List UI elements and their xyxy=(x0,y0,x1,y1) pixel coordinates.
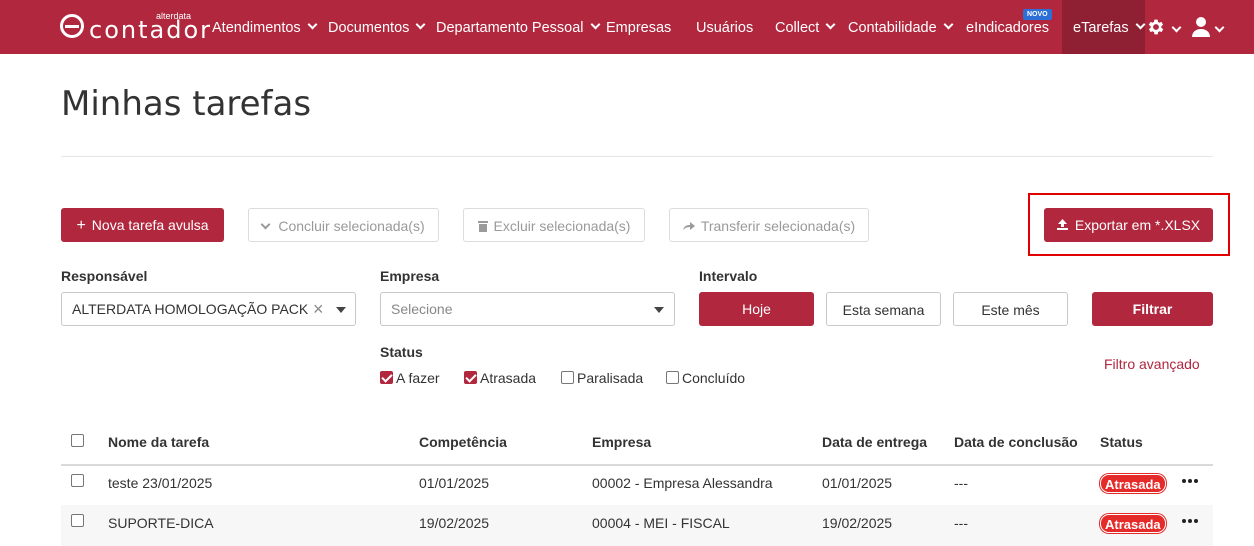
button-label: Exportar em *.XLSX xyxy=(1074,217,1201,233)
transfer-selected-button[interactable]: Transferir selecionada(s) xyxy=(669,208,869,242)
page-title: Minhas tarefas xyxy=(61,84,312,124)
new-badge: NOVO xyxy=(1023,9,1052,20)
column-header[interactable]: Nome da tarefa xyxy=(108,434,209,450)
data-conclusao: --- xyxy=(954,515,968,531)
upload-icon xyxy=(1056,219,1068,230)
column-header[interactable]: Data de entrega xyxy=(822,434,927,450)
nav-documentos[interactable]: Documentos xyxy=(328,0,426,54)
button-label: Excluir selecionada(s) xyxy=(493,218,631,234)
nav-label: Contabilidade xyxy=(848,20,937,36)
status-badge: Atrasada xyxy=(1100,514,1166,533)
data-entrega: 19/02/2025 xyxy=(822,515,893,531)
chevron-down-icon xyxy=(260,219,271,230)
column-header[interactable]: Empresa xyxy=(592,434,651,450)
chevron-down-icon xyxy=(590,19,600,30)
button-label: Concluir selecionada(s) xyxy=(278,218,425,234)
status-label: Status xyxy=(380,344,423,360)
nav-label: Usuários xyxy=(696,20,754,36)
more-options-icon[interactable] xyxy=(1182,519,1200,525)
more-options-icon[interactable] xyxy=(1182,479,1200,485)
interval-week-button[interactable]: Esta semana xyxy=(826,292,941,326)
chevron-down-icon[interactable] xyxy=(1214,22,1225,33)
nav-contabilidade[interactable]: Contabilidade xyxy=(848,0,954,54)
data-entrega: 01/01/2025 xyxy=(822,475,893,491)
row-checkbox[interactable] xyxy=(71,474,84,487)
chevron-down-icon[interactable] xyxy=(1171,22,1182,33)
select-value: ALTERDATA HOMOLOGAÇÃO PACK xyxy=(72,301,309,317)
interval-today-button[interactable]: Hoje xyxy=(699,292,814,326)
status-afazer-label: A fazer xyxy=(396,370,440,386)
select-placeholder: Selecione xyxy=(391,301,453,317)
nav-label: Collect xyxy=(775,20,820,36)
divider xyxy=(61,156,1213,157)
logo-e-icon xyxy=(60,14,84,38)
status-paralisada-checkbox[interactable] xyxy=(561,371,574,384)
empresa-label: Empresa xyxy=(380,268,440,284)
competencia: 19/02/2025 xyxy=(419,515,490,531)
nav-empresas[interactable]: Empresas xyxy=(606,0,671,54)
top-navbar: alterdata contador Atendimentos Document… xyxy=(0,0,1254,54)
chevron-down-icon xyxy=(825,19,836,30)
responsavel-label: Responsável xyxy=(61,268,148,284)
nav-label: eTarefas xyxy=(1073,20,1129,36)
interval-month-button[interactable]: Este mês xyxy=(953,292,1068,326)
button-label: Transferir selecionada(s) xyxy=(700,218,856,234)
competencia: 01/01/2025 xyxy=(419,475,490,491)
status-concluido-checkbox[interactable] xyxy=(666,371,679,384)
logo[interactable]: alterdata contador xyxy=(60,11,210,44)
data-conclusao: --- xyxy=(954,475,968,491)
nav-label: Atendimentos xyxy=(212,20,301,36)
chevron-down-icon xyxy=(307,19,318,30)
caret-down-icon xyxy=(654,307,664,313)
delete-selected-button[interactable]: Excluir selecionada(s) xyxy=(463,208,645,242)
trash-icon xyxy=(477,221,488,232)
advanced-filter-link[interactable]: Filtro avançado xyxy=(1104,356,1200,372)
status-badge: Atrasada xyxy=(1100,474,1166,493)
empresa: 00002 - Empresa Alessandra xyxy=(592,475,773,491)
column-header[interactable]: Status xyxy=(1100,434,1143,450)
row-checkbox[interactable] xyxy=(71,514,84,527)
export-xlsx-button[interactable]: Exportar em *.XLSX xyxy=(1044,208,1213,242)
status-atrasada-label: Atrasada xyxy=(480,370,537,386)
filter-button[interactable]: Filtrar xyxy=(1092,292,1213,326)
nav-label: Departamento Pessoal xyxy=(436,20,584,36)
select-all-checkbox[interactable] xyxy=(71,434,84,447)
empresa-select[interactable]: Selecione xyxy=(380,292,675,326)
plus-icon: + xyxy=(76,217,86,234)
status-paralisada-label: Paralisada xyxy=(577,370,644,386)
chevron-down-icon xyxy=(943,19,954,30)
responsavel-select[interactable]: ALTERDATA HOMOLOGAÇÃO PACK × xyxy=(61,292,356,326)
nav-collect[interactable]: Collect xyxy=(775,0,836,54)
gear-icon[interactable] xyxy=(1146,17,1166,37)
user-icon[interactable] xyxy=(1191,16,1211,38)
complete-selected-button[interactable]: Concluir selecionada(s) xyxy=(248,208,439,242)
intervalo-label: Intervalo xyxy=(699,268,758,284)
task-name[interactable]: SUPORTE-DICA xyxy=(108,515,214,531)
caret-down-icon xyxy=(336,307,346,313)
nav-label: eIndicadores xyxy=(966,20,1050,36)
nav-label: Empresas xyxy=(606,20,672,36)
nav-atendimentos[interactable]: Atendimentos xyxy=(212,0,318,54)
nav-usuarios[interactable]: Usuários xyxy=(696,0,753,54)
task-name[interactable]: teste 23/01/2025 xyxy=(108,475,212,491)
empresa: 00004 - MEI - FISCAL xyxy=(592,515,730,531)
nav-etarefas[interactable]: eTarefas xyxy=(1062,0,1146,54)
status-afazer-checkbox[interactable] xyxy=(380,371,393,384)
share-arrow-icon xyxy=(682,222,695,230)
column-header[interactable]: Competência xyxy=(419,434,507,450)
column-header[interactable]: Data de conclusão xyxy=(954,434,1078,450)
logo-text: contador xyxy=(89,16,212,44)
new-task-button[interactable]: + Nova tarefa avulsa xyxy=(61,208,224,242)
chevron-down-icon xyxy=(415,19,426,30)
nav-label: Documentos xyxy=(328,20,410,36)
status-concluido-label: Concluído xyxy=(682,370,746,386)
chevron-down-icon xyxy=(1135,19,1146,30)
nav-departamento-pessoal[interactable]: Departamento Pessoal xyxy=(436,0,600,54)
table-header-divider xyxy=(61,464,1213,466)
button-label: Nova tarefa avulsa xyxy=(91,217,209,233)
status-atrasada-checkbox[interactable] xyxy=(464,371,477,384)
clear-icon[interactable]: × xyxy=(313,293,324,325)
